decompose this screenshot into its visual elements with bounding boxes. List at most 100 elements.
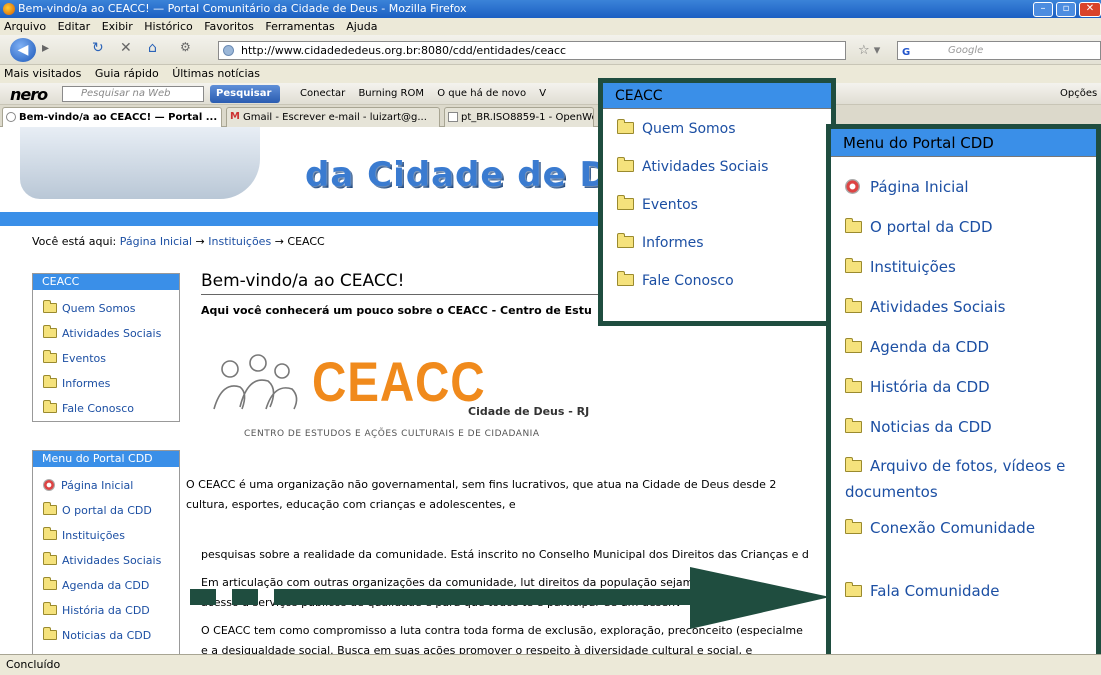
reload-icon[interactable]: ↻ bbox=[92, 40, 104, 56]
zoom-portal-item-instituicoes[interactable]: Instituições bbox=[831, 247, 1096, 287]
nero-search-placeholder: Pesquisar na Web bbox=[81, 88, 171, 99]
menu-historico[interactable]: Histórico bbox=[144, 20, 192, 33]
nero-search-button[interactable]: Pesquisar bbox=[210, 85, 280, 103]
zoom-ceacc-item-eventos[interactable]: Eventos bbox=[603, 195, 831, 235]
sidebar-item-atividades-sociais-portal[interactable]: Atividades Sociais bbox=[33, 548, 179, 573]
paragraph-1b: cultura, esportes, educação com crianças… bbox=[186, 498, 516, 511]
bookmark-star-icon[interactable]: ☆ ▾ bbox=[858, 43, 880, 58]
breadcrumb: Você está aqui: Página Inicial → Institu… bbox=[32, 235, 325, 248]
menu-editar[interactable]: Editar bbox=[58, 20, 91, 33]
google-search-icon[interactable]: G bbox=[902, 44, 910, 61]
nero-link-conectar[interactable]: Conectar bbox=[300, 88, 345, 99]
tools-icon[interactable]: ⚙ bbox=[180, 40, 191, 54]
menu-bar: Arquivo Editar Exibir Histórico Favorito… bbox=[0, 18, 1101, 35]
folder-icon bbox=[845, 218, 862, 233]
site-identity-icon[interactable] bbox=[223, 45, 234, 56]
tab-label: Gmail - Escrever e-mail - luizart@g... bbox=[243, 112, 427, 123]
ceacc-box-title: CEACC bbox=[33, 274, 179, 290]
firefox-icon bbox=[3, 3, 15, 15]
status-bar: Concluído bbox=[0, 654, 1101, 675]
zoom-ceacc-title: CEACC bbox=[603, 83, 831, 109]
banner-illustration bbox=[20, 127, 260, 199]
folder-icon bbox=[43, 325, 57, 338]
folder-icon bbox=[845, 298, 862, 313]
nero-options[interactable]: Opções bbox=[1060, 83, 1097, 105]
folder-icon bbox=[845, 338, 862, 353]
sidebar-item-fale-conosco[interactable]: Fale Conosco bbox=[33, 396, 179, 421]
folder-icon bbox=[845, 418, 862, 433]
logo-wordmark: CEACC bbox=[312, 350, 486, 413]
sidebar-item-pagina-inicial[interactable]: Página Inicial bbox=[33, 473, 179, 498]
search-input[interactable]: G Google bbox=[897, 41, 1101, 60]
nero-search-input[interactable]: Pesquisar na Web bbox=[62, 86, 204, 102]
zoom-ceacc-item-fale-conosco[interactable]: Fale Conosco bbox=[603, 271, 831, 311]
folder-icon bbox=[43, 400, 57, 413]
nero-link-burning-rom[interactable]: Burning ROM bbox=[358, 88, 424, 99]
menu-arquivo[interactable]: Arquivo bbox=[4, 20, 46, 33]
nero-link-v[interactable]: V bbox=[539, 88, 546, 99]
zoom-portal-item-noticias-da-cdd[interactable]: Noticias da CDD bbox=[831, 407, 1096, 447]
zoom-portal-item-conexao-comunidade[interactable]: Conexão Comunidade bbox=[831, 509, 1096, 571]
zoom-portal-title: Menu do Portal CDD bbox=[831, 129, 1096, 157]
logo-city: Cidade de Deus - RJ bbox=[468, 405, 590, 418]
folder-icon bbox=[617, 233, 634, 248]
breadcrumb-home-link[interactable]: Página Inicial bbox=[120, 235, 192, 248]
tab-openweb[interactable]: pt_BR.ISO8859-1 - OpenWeb bbox=[444, 107, 594, 127]
zoom-ceacc-box: CEACC Quem Somos Atividades Sociais Even… bbox=[598, 78, 836, 326]
sidebar-item-quem-somos[interactable]: Quem Somos bbox=[33, 296, 179, 321]
forward-arrow-icon[interactable]: ▸ bbox=[42, 40, 49, 56]
sidebar-item-o-portal-da-cdd[interactable]: O portal da CDD bbox=[33, 498, 179, 523]
menu-ferramentas[interactable]: Ferramentas bbox=[265, 20, 334, 33]
zoom-portal-item-o-portal-da-cdd[interactable]: O portal da CDD bbox=[831, 207, 1096, 247]
zoom-portal-item-historia-da-cdd[interactable]: História da CDD bbox=[831, 367, 1096, 407]
bookmark-mais-visitados[interactable]: Mais visitados bbox=[4, 67, 81, 80]
window-title-bar: Bem-vindo/a ao CEACC! — Portal Comunitár… bbox=[0, 0, 1101, 18]
minimize-button[interactable]: – bbox=[1033, 2, 1053, 17]
sidebar-item-instituicoes[interactable]: Instituições bbox=[33, 523, 179, 548]
home-icon[interactable]: ⌂ bbox=[148, 40, 157, 56]
home-icon bbox=[845, 179, 860, 194]
paragraph-1a: O CEACC é uma organização não governamen… bbox=[186, 478, 777, 491]
zoom-ceacc-item-quem-somos[interactable]: Quem Somos bbox=[603, 119, 831, 159]
folder-icon bbox=[845, 378, 862, 393]
maximize-button[interactable]: ▫ bbox=[1056, 2, 1076, 17]
window-title: Bem-vindo/a ao CEACC! — Portal Comunitár… bbox=[18, 2, 467, 15]
bookmark-guia-rapido[interactable]: Guia rápido bbox=[95, 67, 159, 80]
url-bar[interactable]: http://www.cidadededeus.org.br:8080/cdd/… bbox=[218, 41, 846, 60]
zoom-portal-item-fala-comunidade[interactable]: Fala Comunidade bbox=[831, 571, 1096, 611]
ceacc-logo: CEACC Cidade de Deus - RJ CENTRO DE ESTU… bbox=[200, 349, 620, 444]
sidebar-item-noticias-da-cdd[interactable]: Noticias da CDD bbox=[33, 623, 179, 648]
folder-icon bbox=[845, 582, 862, 597]
menu-ajuda[interactable]: Ajuda bbox=[346, 20, 377, 33]
sidebar-item-informes[interactable]: Informes bbox=[33, 371, 179, 396]
tab-ceacc[interactable]: Bem-vindo/a ao CEACC! — Portal ... bbox=[2, 107, 222, 127]
zoom-portal-item-arquivo[interactable]: Arquivo de fotos, vídeos e documentos bbox=[831, 447, 1096, 509]
zoom-portal-item-atividades-sociais[interactable]: Atividades Sociais bbox=[831, 287, 1096, 327]
breadcrumb-instituicoes-link[interactable]: Instituições bbox=[208, 235, 271, 248]
folder-icon bbox=[43, 502, 57, 515]
nero-links: Conectar Burning ROM O que há de novo V bbox=[300, 83, 556, 105]
logo-tagline: CENTRO DE ESTUDOS E AÇÕES CULTURAIS E DE… bbox=[244, 429, 540, 439]
menu-favoritos[interactable]: Favoritos bbox=[204, 20, 254, 33]
status-text: Concluído bbox=[6, 658, 61, 671]
sidebar-item-historia-da-cdd[interactable]: História da CDD bbox=[33, 598, 179, 623]
zoom-portal-item-agenda-da-cdd[interactable]: Agenda da CDD bbox=[831, 327, 1096, 367]
zoom-portal-item-pagina-inicial[interactable]: Página Inicial bbox=[831, 167, 1096, 207]
close-button[interactable]: ✕ bbox=[1079, 2, 1101, 17]
folder-icon bbox=[845, 519, 862, 534]
menu-exibir[interactable]: Exibir bbox=[102, 20, 133, 33]
folder-icon bbox=[845, 457, 862, 472]
zoom-ceacc-item-informes[interactable]: Informes bbox=[603, 233, 831, 273]
nero-link-o-que-ha-de-novo[interactable]: O que há de novo bbox=[437, 88, 526, 99]
tab-gmail[interactable]: M Gmail - Escrever e-mail - luizart@g... bbox=[226, 107, 440, 127]
sidebar-item-atividades-sociais[interactable]: Atividades Sociais bbox=[33, 321, 179, 346]
bookmark-ultimas-noticias[interactable]: Últimas notícias bbox=[172, 67, 260, 80]
url-text: http://www.cidadededeus.org.br:8080/cdd/… bbox=[241, 44, 567, 57]
zoom-ceacc-item-atividades-sociais[interactable]: Atividades Sociais bbox=[603, 157, 831, 197]
sidebar-item-agenda-da-cdd[interactable]: Agenda da CDD bbox=[33, 573, 179, 598]
sidebar-item-eventos[interactable]: Eventos bbox=[33, 346, 179, 371]
folder-icon bbox=[617, 119, 634, 134]
back-arrow-icon[interactable]: ◀ bbox=[10, 38, 36, 62]
tab-label: pt_BR.ISO8859-1 - OpenWeb bbox=[461, 112, 594, 123]
stop-icon[interactable]: ✕ bbox=[120, 40, 132, 56]
